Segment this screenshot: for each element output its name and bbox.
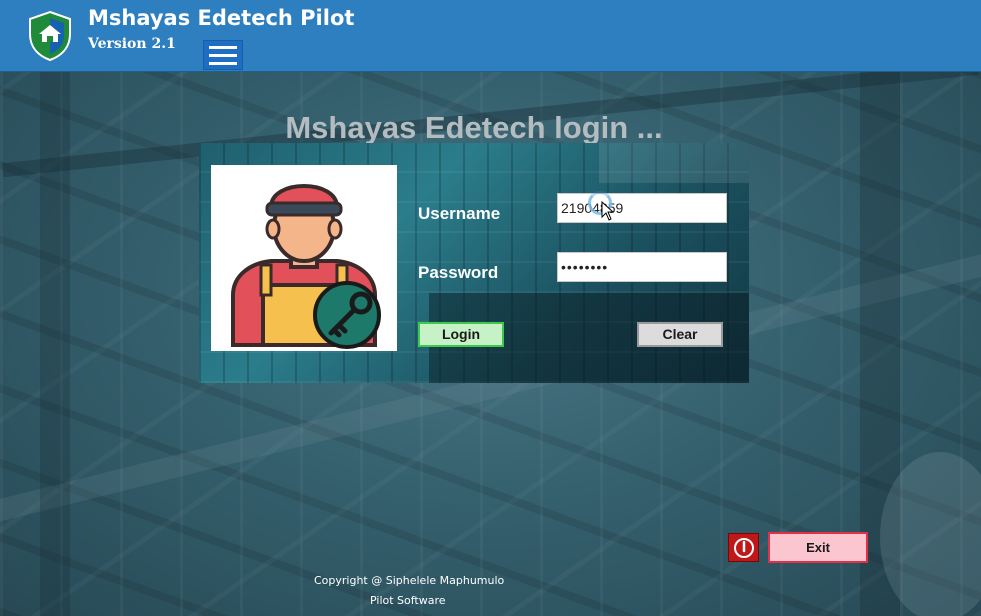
menu-bar — [209, 61, 237, 65]
password-label: Password — [418, 263, 499, 282]
clear-button[interactable]: Clear — [637, 322, 723, 347]
footer-product: Pilot Software — [370, 594, 446, 607]
power-icon[interactable] — [728, 533, 759, 562]
username-label: Username — [418, 204, 501, 223]
mouse-pointer-icon — [601, 201, 615, 221]
menu-bar — [209, 53, 237, 57]
login-panel: Username Password Login Clear — [199, 143, 749, 383]
password-input[interactable] — [557, 252, 727, 282]
exit-button[interactable]: Exit — [768, 532, 868, 563]
hamburger-menu-icon[interactable] — [203, 40, 243, 70]
background-beam — [40, 72, 70, 616]
app-header: Mshayas Edetech Pilot Version 2.1 — [0, 0, 981, 72]
shield-house-icon — [26, 10, 74, 62]
login-button[interactable]: Login — [418, 322, 504, 347]
username-input[interactable] — [557, 193, 727, 223]
login-heading: Mshayas Edetech login ... — [285, 110, 663, 145]
app-title: Mshayas Edetech Pilot — [88, 6, 355, 30]
panel-shade — [599, 143, 749, 183]
menu-bar — [209, 45, 237, 49]
worker-with-key-icon — [211, 165, 397, 351]
app-version: Version 2.1 — [88, 36, 176, 52]
footer-copyright: Copyright @ Siphelele Maphumulo — [314, 574, 505, 587]
